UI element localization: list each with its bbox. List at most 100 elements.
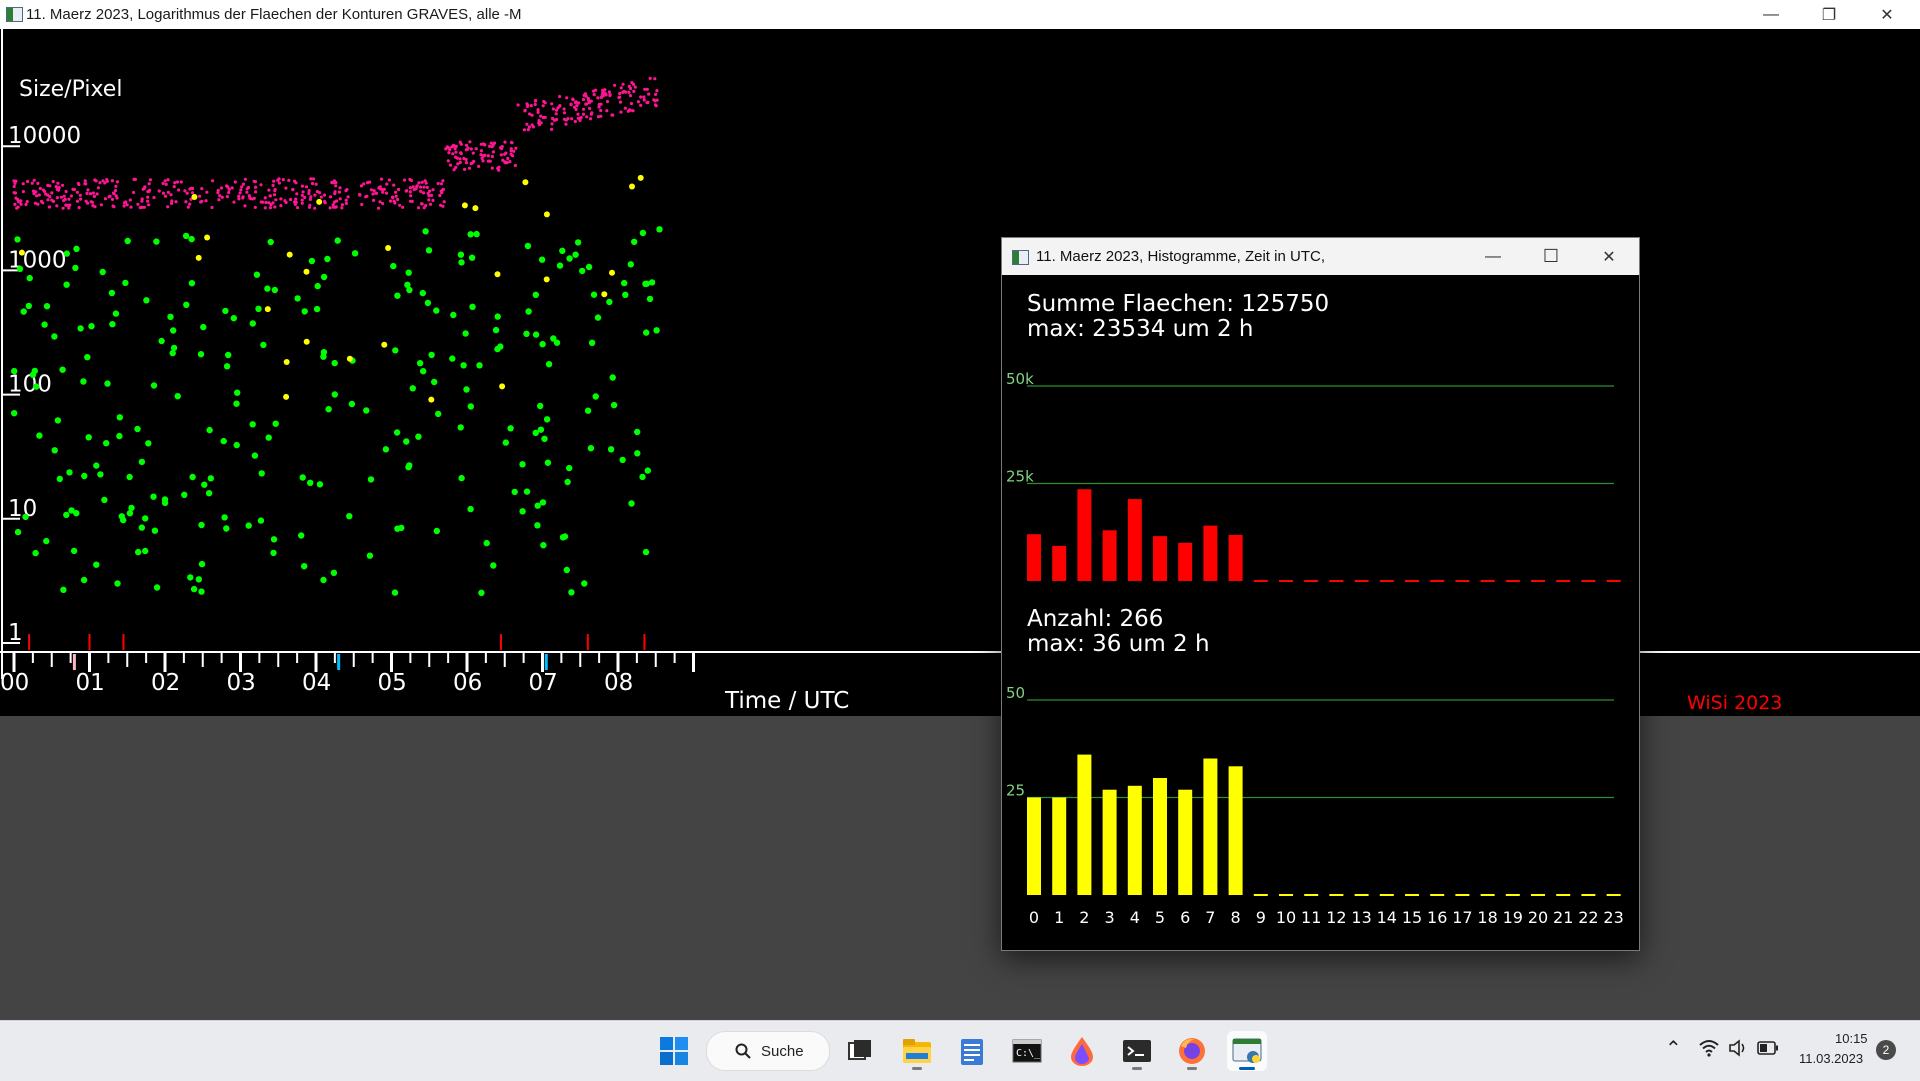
data-point — [637, 174, 644, 181]
data-point — [179, 180, 183, 184]
data-point — [581, 97, 586, 102]
data-point — [579, 115, 583, 120]
data-point — [263, 206, 267, 210]
data-point — [372, 198, 376, 202]
data-point — [314, 182, 318, 186]
notepad-icon[interactable] — [952, 1031, 992, 1071]
data-point — [388, 199, 393, 203]
data-point — [198, 588, 205, 595]
data-point — [85, 191, 89, 195]
data-point — [566, 464, 573, 472]
data-point — [569, 102, 573, 106]
data-point — [299, 474, 306, 481]
data-point — [384, 191, 389, 195]
data-point — [610, 401, 618, 409]
data-point — [403, 178, 407, 182]
data-point — [300, 201, 304, 205]
minimize-button[interactable]: — — [1742, 0, 1800, 29]
data-point — [382, 446, 390, 453]
data-point — [104, 380, 111, 387]
python-app-icon[interactable] — [1227, 1031, 1267, 1071]
data-point — [646, 100, 650, 104]
data-point — [479, 149, 484, 153]
data-point — [60, 586, 67, 593]
data-point — [605, 99, 610, 104]
data-point — [157, 189, 161, 193]
data-point — [534, 99, 538, 103]
histogram-window[interactable]: 11. Maerz 2023, Histogramme, Zeit in UTC… — [1001, 237, 1640, 951]
data-point — [61, 206, 65, 210]
data-point — [506, 156, 510, 161]
data-point — [490, 562, 497, 569]
x-tick-label: 04 — [302, 670, 331, 696]
data-point — [295, 192, 299, 196]
task-view-icon[interactable] — [840, 1031, 880, 1071]
clock-date[interactable]: 11.03.2023 — [1799, 1051, 1863, 1066]
data-point — [631, 238, 638, 245]
area-sum-title: Summe Flaechen: 125750 — [1027, 291, 1329, 317]
data-point — [188, 235, 195, 243]
terminal-icon[interactable] — [1117, 1031, 1157, 1071]
data-point — [537, 123, 542, 127]
clock-time[interactable]: 10:15 — [1835, 1031, 1868, 1046]
data-point — [529, 104, 533, 108]
data-point — [393, 429, 401, 436]
data-point — [122, 204, 126, 208]
data-point — [73, 245, 80, 252]
chevron-up-icon[interactable]: ⌃ — [1665, 1036, 1682, 1061]
hist-close-button[interactable]: ✕ — [1580, 238, 1638, 275]
data-point — [268, 206, 273, 210]
main-window-titlebar[interactable]: 11. Maerz 2023, Logarithmus der Flaechen… — [0, 0, 1920, 30]
data-point — [33, 201, 38, 205]
windows-start-icon[interactable] — [654, 1031, 694, 1071]
histogram-x-tick-label: 21 — [1553, 908, 1573, 927]
data-point — [103, 440, 110, 447]
data-point — [631, 82, 636, 86]
data-point — [393, 201, 397, 205]
data-point — [655, 89, 659, 93]
data-point — [563, 566, 570, 574]
data-point — [428, 202, 433, 206]
data-point — [458, 140, 462, 144]
battery-icon[interactable] — [1757, 1041, 1779, 1055]
command-prompt-icon[interactable]: C:\_ — [1007, 1031, 1047, 1071]
data-point — [474, 147, 478, 151]
data-point — [448, 163, 453, 167]
data-point — [271, 201, 275, 205]
search-input[interactable]: Suche — [706, 1031, 830, 1071]
data-point — [128, 504, 135, 512]
data-point — [458, 474, 465, 482]
data-point — [283, 359, 290, 365]
file-explorer-icon[interactable] — [897, 1031, 937, 1071]
paint-icon[interactable] — [1062, 1031, 1102, 1071]
data-point — [21, 182, 25, 186]
data-point — [494, 271, 501, 278]
data-point — [632, 89, 636, 93]
data-point — [183, 301, 190, 308]
data-point — [198, 194, 202, 198]
data-point — [322, 199, 327, 204]
volume-icon[interactable] — [1728, 1039, 1748, 1057]
data-point — [639, 473, 646, 481]
notification-badge[interactable]: 2 — [1876, 1040, 1896, 1060]
data-point — [458, 157, 462, 161]
data-point — [247, 194, 251, 198]
data-point — [217, 198, 221, 202]
wifi-icon[interactable] — [1699, 1039, 1719, 1057]
histogram-window-titlebar[interactable]: 11. Maerz 2023, Histogramme, Zeit in UTC… — [1002, 238, 1639, 275]
close-button[interactable]: ✕ — [1858, 0, 1916, 29]
data-point — [122, 279, 129, 287]
hist-maximize-button[interactable]: ☐ — [1522, 238, 1580, 275]
data-point — [463, 386, 470, 393]
data-point — [476, 362, 483, 369]
data-point — [114, 184, 118, 188]
firefox-icon[interactable] — [1172, 1031, 1212, 1071]
data-point — [113, 189, 118, 193]
data-point — [441, 179, 445, 183]
data-point — [411, 185, 415, 189]
data-point — [525, 308, 532, 315]
restore-button[interactable]: ❐ — [1800, 0, 1858, 29]
data-point — [344, 189, 348, 193]
data-point — [220, 437, 227, 445]
hist-minimize-button[interactable]: — — [1464, 238, 1522, 275]
